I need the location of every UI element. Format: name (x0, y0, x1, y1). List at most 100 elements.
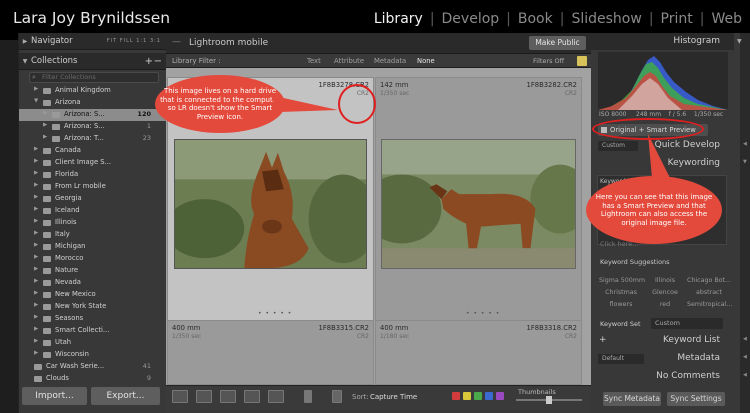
expand-triangle-icon[interactable]: ▶ (34, 314, 38, 320)
expand-triangle-icon[interactable]: ▶ (43, 110, 47, 116)
expand-triangle-icon[interactable]: ▶ (34, 86, 38, 92)
collection-item[interactable]: ▶ From Lr mobile (19, 181, 167, 193)
compare-view-icon[interactable] (220, 390, 236, 403)
collection-item[interactable]: ▶ New Mexico (19, 289, 167, 301)
expand-triangle-icon[interactable]: ▶ (34, 242, 38, 248)
expand-triangle-icon[interactable]: ▶ (34, 146, 38, 152)
keyword-list-header[interactable]: Keyword List (591, 332, 734, 349)
panel-arrow-icon[interactable]: ◀ (743, 141, 747, 147)
metadata-header[interactable]: Metadata (591, 350, 734, 367)
collection-item[interactable]: ▶ Client Image S... (19, 157, 167, 169)
navigator-zoom-options[interactable]: FIT FILL 1:1 3:1 (107, 38, 161, 44)
keyword-suggestion[interactable]: Chicago Bot... (687, 277, 731, 284)
expand-triangle-icon[interactable]: ▶ (34, 326, 38, 332)
grid-view-icon[interactable] (172, 390, 188, 403)
filter-tab-attribute[interactable]: Attribute (334, 57, 364, 65)
collection-item[interactable]: Clouds 9 (19, 373, 167, 385)
export-button[interactable]: Export... (91, 387, 160, 405)
expand-triangle-icon[interactable]: ▶ (43, 134, 47, 140)
expand-triangle-icon[interactable]: ▶ (34, 182, 38, 188)
panel-arrow-icon[interactable]: ◀ (743, 354, 747, 360)
collection-item[interactable]: ▶ Michigan (19, 241, 167, 253)
import-button[interactable]: Import... (22, 387, 87, 405)
module-develop[interactable]: Develop (442, 11, 500, 27)
expand-triangle-icon[interactable]: ▶ (34, 290, 38, 296)
collection-item[interactable]: ▶ New York State (19, 301, 167, 313)
filter-tab-none[interactable]: None (417, 57, 435, 65)
expand-triangle-icon[interactable]: ▶ (43, 122, 47, 128)
filter-tab-metadata[interactable]: Metadata (374, 57, 406, 65)
expand-triangle-icon[interactable]: ▶ (34, 266, 38, 272)
collection-item[interactable]: ▶ Seasons (19, 313, 167, 325)
collapse-triangle-icon[interactable]: ▼ (19, 58, 31, 65)
blue-label-icon[interactable] (485, 392, 493, 400)
expand-triangle-icon[interactable]: ▶ (34, 158, 38, 164)
panel-arrow-icon[interactable]: ◀ (743, 336, 747, 342)
photo-thumbnail[interactable] (381, 139, 576, 269)
grid-cell[interactable]: 142 mm 1F8B3282.CR2 1/350 sec CR2 • • • … (375, 77, 582, 331)
expand-triangle-icon[interactable]: ▶ (34, 350, 38, 356)
module-library[interactable]: Library (374, 11, 423, 27)
collection-item[interactable]: ▼ Arizona (19, 97, 167, 109)
cell-dots-icon[interactable]: • • • • • (258, 310, 292, 317)
grid-cell[interactable]: 400 mm 1F8B3318.CR2 1/180 sec CR2 (375, 320, 582, 385)
keyword-suggestion[interactable]: Sigma 500mm (599, 277, 645, 284)
collection-filter-input[interactable]: ⌕ Filter Collections (29, 72, 159, 83)
collection-item[interactable]: ▶ Arizona: S... 1 (19, 121, 167, 133)
histogram-header[interactable]: Histogram (591, 33, 734, 50)
collapse-triangle-icon[interactable]: ▼ (737, 38, 742, 45)
lock-icon[interactable] (577, 56, 587, 66)
expand-triangle-icon[interactable]: ▶ (34, 278, 38, 284)
sort-select[interactable]: Capture Time (370, 393, 417, 401)
keyword-suggestion[interactable]: Glencoe (645, 289, 685, 296)
module-print[interactable]: Print (661, 11, 693, 27)
collection-item[interactable]: Car Wash Serie... 41 (19, 361, 167, 373)
collection-item[interactable]: ▶ Nevada (19, 277, 167, 289)
keyword-suggestion[interactable]: red (645, 301, 685, 308)
expand-triangle-icon[interactable]: ▶ (34, 218, 38, 224)
expand-triangle-icon[interactable]: ▶ (34, 206, 38, 212)
red-label-icon[interactable] (452, 392, 460, 400)
filters-off-dropdown[interactable]: Filters Off (533, 57, 564, 65)
keyword-suggestion[interactable]: flowers (599, 301, 643, 308)
remove-collection-icon[interactable]: − (154, 56, 162, 67)
add-collection-icon[interactable]: + (145, 56, 153, 67)
expand-triangle-icon[interactable]: ▶ (34, 338, 38, 344)
expand-triangle-icon[interactable]: ▼ (34, 98, 38, 104)
expand-triangle-icon[interactable]: ▶ (34, 230, 38, 236)
collection-item[interactable]: ▶ Arizona: S... 120 (19, 109, 167, 121)
collection-item[interactable]: ▶ Canada (19, 145, 167, 157)
keyword-suggestion[interactable]: Illinois (645, 277, 685, 284)
photo-thumbnail[interactable] (174, 139, 367, 269)
people-view-icon[interactable] (268, 390, 284, 403)
sync-metadata-button[interactable]: Sync Metadata (603, 392, 661, 406)
survey-view-icon[interactable] (244, 390, 260, 403)
painter-icon[interactable] (304, 390, 312, 403)
collection-item[interactable]: ▶ Nature (19, 265, 167, 277)
collection-item[interactable]: ▶ Utah (19, 337, 167, 349)
module-web[interactable]: Web (711, 11, 742, 27)
make-public-button[interactable]: Make Public (529, 36, 586, 50)
collections-header[interactable]: ▼ Collections − + (19, 53, 167, 70)
expand-triangle-icon[interactable]: ▶ (34, 302, 38, 308)
filter-tab-text[interactable]: Text (307, 57, 321, 65)
expand-triangle-icon[interactable]: ▶ (34, 254, 38, 260)
yellow-label-icon[interactable] (463, 392, 471, 400)
thumbnail-slider-knob[interactable] (546, 396, 552, 404)
collection-item[interactable]: ▶ Iceland (19, 205, 167, 217)
green-label-icon[interactable] (474, 392, 482, 400)
expand-triangle-icon[interactable]: ▶ (19, 38, 31, 45)
keyword-suggestion[interactable]: abstract (687, 289, 731, 296)
keyword-suggestion[interactable]: Semitropical... (687, 301, 732, 308)
expand-triangle-icon[interactable]: ▶ (34, 170, 38, 176)
expand-triangle-icon[interactable]: ▶ (34, 194, 38, 200)
collection-item[interactable]: ▶ Smart Collecti... (19, 325, 167, 337)
panel-arrow-icon[interactable]: ▼ (743, 159, 747, 165)
purple-label-icon[interactable] (496, 392, 504, 400)
collection-item[interactable]: ▶ Florida (19, 169, 167, 181)
grid-cell[interactable]: 400 mm 1F8B3315.CR2 1/350 sec CR2 (167, 320, 374, 385)
comments-header[interactable]: No Comments (591, 368, 734, 385)
collection-item[interactable]: ▶ Illinois (19, 217, 167, 229)
sync-settings-button[interactable]: Sync Settings (667, 392, 725, 406)
collection-item[interactable]: ▶ Italy (19, 229, 167, 241)
